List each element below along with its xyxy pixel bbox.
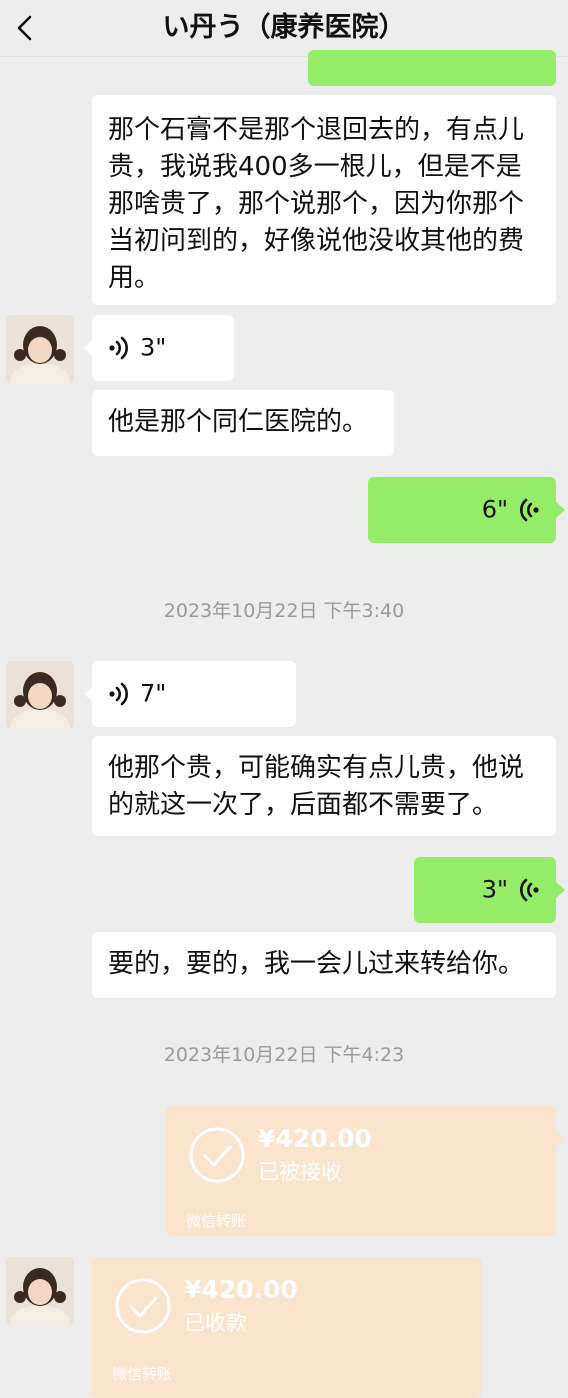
voice-wave-icon <box>520 878 539 902</box>
transfer-amount: ¥420.00 <box>258 1124 372 1153</box>
chat-title: い丹う（康养医院） <box>162 12 406 43</box>
message-text: 要的，要的，我一会儿过来转给你。 <box>108 949 525 979</box>
check-circle-icon <box>115 1278 171 1334</box>
transfer-status: 已被接收 <box>258 1160 342 1184</box>
timestamp: 2023年10月22日 下午3:40 <box>163 600 405 622</box>
transfer-label: 微信转账 <box>112 1365 173 1383</box>
voice-duration: 7" <box>140 679 167 708</box>
outgoing-voice-message[interactable]: 6" <box>368 477 556 543</box>
transfer-status: 已收款 <box>184 1311 247 1335</box>
own-bubble-partial[interactable] <box>308 50 556 86</box>
transfer-amount: ¥420.00 <box>184 1275 298 1304</box>
message-text: 他那个贵，可能确实有点儿贵，他说的就这一次了，后面都不需要了。 <box>108 753 525 820</box>
incoming-voice-message[interactable]: 3" <box>92 315 234 381</box>
message-text: 他是那个同仁医院的。 <box>108 407 369 437</box>
avatar-image <box>6 315 74 383</box>
contact-avatar[interactable] <box>6 661 74 729</box>
message-text: 那个石膏不是那个退回去的，有点儿贵，我说我400多一根儿，但是不是那啥贵了，那个… <box>108 115 525 293</box>
voice-duration: 6" <box>481 495 508 524</box>
incoming-voice-message[interactable]: 7" <box>92 661 296 727</box>
voice-duration: 3" <box>140 333 167 362</box>
incoming-text-message[interactable]: 那个石膏不是那个退回去的，有点儿贵，我说我400多一根儿，但是不是那啥贵了，那个… <box>92 95 556 305</box>
incoming-text-message[interactable]: 他那个贵，可能确实有点儿贵，他说的就这一次了，后面都不需要了。 <box>92 736 556 836</box>
incoming-text-message[interactable]: 他是那个同仁医院的。 <box>92 390 394 456</box>
voice-wave-icon <box>109 336 128 360</box>
outgoing-voice-message[interactable]: 3" <box>414 857 556 923</box>
top-bar: い丹う（康养医院） <box>0 0 568 57</box>
incoming-text-message[interactable]: 要的，要的，我一会儿过来转给你。 <box>92 932 556 998</box>
avatar-image <box>6 661 74 729</box>
outgoing-transfer-card[interactable]: ¥420.00 已被接收 微信转账 <box>166 1106 556 1236</box>
voice-wave-icon <box>109 682 128 706</box>
timestamp: 2023年10月22日 下午4:23 <box>163 1044 405 1066</box>
incoming-transfer-card[interactable]: ¥420.00 已收款 微信转账 <box>92 1257 482 1398</box>
avatar-image <box>6 1257 74 1325</box>
voice-duration: 3" <box>481 875 508 904</box>
check-circle-icon <box>189 1127 245 1183</box>
contact-avatar[interactable] <box>6 1257 74 1325</box>
transfer-label: 微信转账 <box>186 1212 247 1230</box>
contact-avatar[interactable] <box>6 315 74 383</box>
voice-wave-icon <box>520 498 539 522</box>
